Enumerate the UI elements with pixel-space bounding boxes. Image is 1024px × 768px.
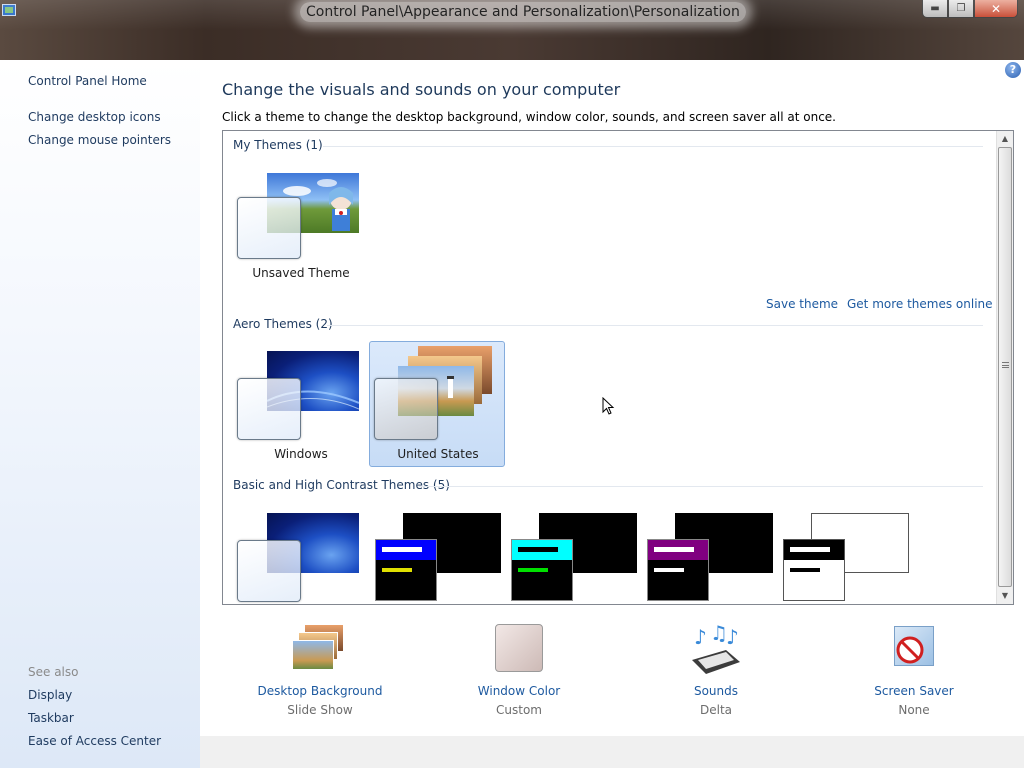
display-link[interactable]: Display bbox=[28, 688, 72, 702]
screen-saver-button[interactable]: Screen Saver None bbox=[829, 622, 999, 717]
window-preview bbox=[647, 539, 709, 601]
status-strip bbox=[200, 736, 1024, 768]
theme-united-states-selected[interactable]: United States bbox=[369, 341, 505, 467]
window-preview bbox=[511, 539, 573, 601]
scroll-up-icon[interactable]: ▲ bbox=[997, 131, 1013, 147]
scroll-thumb[interactable] bbox=[998, 147, 1012, 587]
desktop-background-button[interactable]: Desktop Background Slide Show bbox=[235, 622, 405, 717]
svg-text:♪: ♪ bbox=[726, 625, 739, 649]
desktop-background-icon bbox=[290, 622, 350, 678]
basic-high-contrast-heading: Basic and High Contrast Themes (5) bbox=[233, 478, 450, 492]
theme-high-contrast-white[interactable] bbox=[777, 505, 913, 604]
window-color-button[interactable]: Window Color Custom bbox=[434, 622, 604, 717]
title-bar: Control Panel\Appearance and Personaliza… bbox=[0, 0, 1024, 60]
help-icon[interactable]: ? bbox=[1005, 62, 1021, 78]
window-preview bbox=[374, 378, 438, 440]
window-preview bbox=[783, 539, 845, 601]
window-color-icon bbox=[489, 622, 549, 678]
scroll-down-icon[interactable]: ▼ bbox=[997, 588, 1013, 604]
desktop-background-label[interactable]: Desktop Background bbox=[235, 684, 405, 698]
window-color-label[interactable]: Window Color bbox=[434, 684, 604, 698]
window-color-value: Custom bbox=[496, 703, 542, 717]
change-mouse-pointers-link[interactable]: Change mouse pointers bbox=[28, 133, 171, 147]
see-also-heading: See also bbox=[28, 665, 79, 679]
sounds-button[interactable]: ♪ ♫ ♪ Sounds Delta bbox=[631, 621, 801, 717]
control-panel-icon bbox=[2, 4, 16, 16]
window-preview bbox=[237, 540, 301, 602]
minimize-button[interactable]: ▬ bbox=[922, 0, 948, 18]
theme-windows[interactable]: Windows bbox=[233, 343, 369, 465]
window-preview bbox=[237, 378, 301, 440]
theme-label: Windows bbox=[274, 447, 328, 461]
window-controls: ▬ ❐ ✕ bbox=[922, 0, 1018, 18]
desktop-background-value: Slide Show bbox=[287, 703, 353, 717]
screen-saver-value: None bbox=[898, 703, 930, 717]
my-themes-heading: My Themes (1) bbox=[233, 138, 323, 152]
sounds-icon: ♪ ♫ ♪ bbox=[686, 621, 746, 678]
section-divider bbox=[327, 325, 983, 326]
theme-high-contrast-1[interactable] bbox=[369, 505, 505, 604]
theme-label: Unsaved Theme bbox=[252, 266, 350, 280]
page-subtitle: Click a theme to change the desktop back… bbox=[222, 110, 836, 124]
vertical-scrollbar[interactable]: ▲ ▼ bbox=[996, 131, 1013, 604]
theme-list: My Themes (1) Unsaved Theme Save theme G… bbox=[222, 130, 1014, 605]
section-divider bbox=[323, 146, 983, 147]
ease-of-access-center-link[interactable]: Ease of Access Center bbox=[28, 734, 161, 748]
window-preview bbox=[375, 539, 437, 601]
theme-high-contrast-2[interactable] bbox=[505, 505, 641, 604]
theme-high-contrast-black[interactable] bbox=[641, 505, 777, 604]
save-theme-link[interactable]: Save theme bbox=[766, 297, 838, 311]
page-title: Change the visuals and sounds on your co… bbox=[222, 80, 621, 99]
sounds-value: Delta bbox=[699, 703, 732, 717]
change-desktop-icons-link[interactable]: Change desktop icons bbox=[28, 110, 161, 124]
svg-text:♪: ♪ bbox=[694, 625, 707, 649]
theme-label: United States bbox=[397, 447, 479, 461]
theme-windows-basic[interactable] bbox=[233, 505, 369, 604]
sounds-label[interactable]: Sounds bbox=[631, 684, 801, 698]
grip-icon bbox=[1002, 362, 1009, 368]
get-more-themes-link[interactable]: Get more themes online bbox=[847, 297, 993, 311]
screen-saver-label[interactable]: Screen Saver bbox=[829, 684, 999, 698]
window-preview bbox=[237, 197, 301, 259]
taskbar-link[interactable]: Taskbar bbox=[28, 711, 74, 725]
restore-button[interactable]: ❐ bbox=[948, 0, 974, 18]
window-title: Control Panel\Appearance and Personaliza… bbox=[300, 2, 746, 22]
control-panel-home-link[interactable]: Control Panel Home bbox=[28, 74, 147, 88]
left-pane: Control Panel Home Change desktop icons … bbox=[0, 60, 200, 768]
close-button[interactable]: ✕ bbox=[974, 0, 1018, 18]
aero-themes-heading: Aero Themes (2) bbox=[233, 317, 333, 331]
screen-saver-icon bbox=[884, 622, 944, 678]
theme-unsaved[interactable]: Unsaved Theme bbox=[233, 165, 369, 285]
section-divider bbox=[419, 486, 983, 487]
